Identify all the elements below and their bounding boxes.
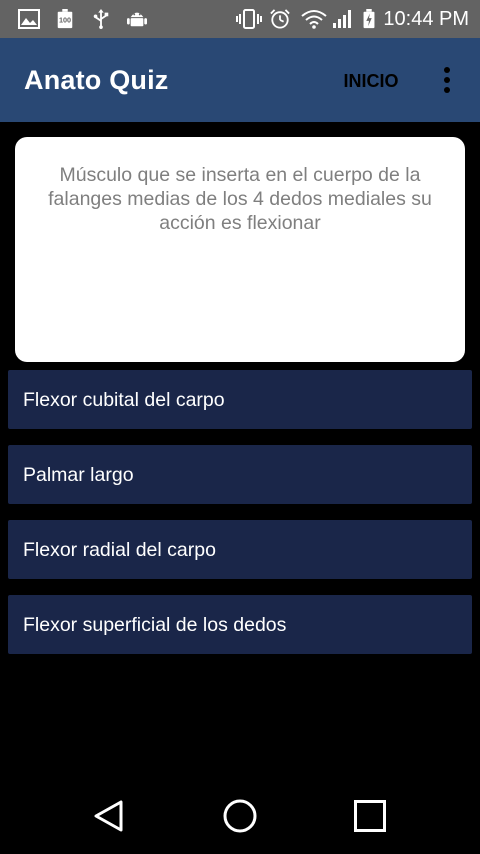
svg-text:100: 100: [59, 16, 71, 25]
app-bar: Anato Quiz INICIO: [0, 38, 480, 122]
status-time: 10:44 PM: [383, 8, 469, 30]
battery-100-icon: 100: [57, 9, 73, 29]
home-circle-icon[interactable]: [216, 792, 264, 840]
inicio-button[interactable]: INICIO: [330, 66, 412, 96]
status-bar: 100 10:44 PM: [0, 0, 480, 38]
back-triangle-icon[interactable]: [86, 792, 134, 840]
signal-icon: [333, 10, 351, 28]
image-icon: [18, 9, 40, 29]
answer-button-1[interactable]: Flexor cubital del carpo: [8, 370, 472, 429]
battery-charging-icon: [363, 9, 375, 29]
answer-label: Palmar largo: [23, 464, 134, 486]
answer-label: Flexor superficial de los dedos: [23, 614, 287, 636]
usb-icon: [93, 9, 109, 29]
answer-label: Flexor cubital del carpo: [23, 389, 225, 411]
answer-label: Flexor radial del carpo: [23, 539, 216, 561]
question-text: Músculo que se inserta en el cuerpo de l…: [48, 164, 432, 234]
recents-square-icon[interactable]: [346, 792, 394, 840]
answer-button-2[interactable]: Palmar largo: [8, 445, 472, 504]
question-card: Músculo que se inserta en el cuerpo de l…: [15, 137, 465, 362]
alarm-icon: [270, 9, 290, 29]
more-vert-icon[interactable]: [432, 62, 462, 98]
vibrate-icon: [236, 9, 262, 29]
wifi-icon: [301, 10, 327, 29]
answer-button-3[interactable]: Flexor radial del carpo: [8, 520, 472, 579]
app-title: Anato Quiz: [24, 65, 169, 95]
android-icon: [127, 12, 147, 27]
answer-button-4[interactable]: Flexor superficial de los dedos: [8, 595, 472, 654]
navigation-bar: [0, 774, 480, 854]
